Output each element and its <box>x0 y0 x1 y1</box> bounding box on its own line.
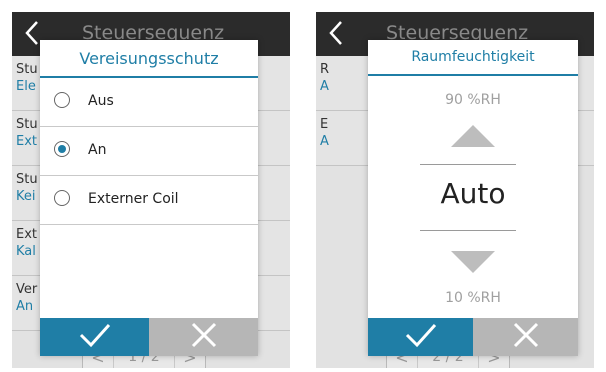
list-item-label: Stu <box>16 172 38 187</box>
confirm-button[interactable] <box>40 318 149 356</box>
dialog-title: Raumfeuchtigkeit <box>368 40 578 76</box>
cancel-button[interactable] <box>149 318 258 356</box>
option-label: Externer Coil <box>88 191 179 207</box>
check-icon <box>78 322 112 352</box>
list-item-value: Ext <box>16 134 38 149</box>
back-chevron-icon[interactable] <box>24 20 40 50</box>
back-chevron-icon[interactable] <box>328 20 344 50</box>
list-item-label: Ext <box>16 227 38 242</box>
option-an[interactable]: An <box>40 127 258 176</box>
list-item-value: An <box>16 299 34 314</box>
divider <box>420 164 516 165</box>
triangle-up-icon[interactable] <box>450 124 496 152</box>
radio-button[interactable] <box>54 92 70 108</box>
option-label: An <box>88 142 107 158</box>
radio-button[interactable] <box>54 190 70 206</box>
close-icon <box>512 321 540 353</box>
dialog-actions <box>368 318 578 356</box>
list-item-value: Kei <box>16 189 36 204</box>
picker-min-label: 10 %RH <box>445 290 501 306</box>
right-screen: Steuersequenz R A E A < 2 / 2 > Raumfeuc… <box>316 12 594 368</box>
option-label: Aus <box>88 93 114 109</box>
divider <box>420 230 516 231</box>
check-icon <box>404 322 438 352</box>
confirm-button[interactable] <box>368 318 473 356</box>
list-item-label: R <box>320 62 330 77</box>
value-picker-dialog: Raumfeuchtigkeit 90 %RH Auto 10 %RH <box>368 40 578 356</box>
option-aus[interactable]: Aus <box>40 78 258 127</box>
picker-value: Auto <box>440 177 506 210</box>
list-item-label: Stu <box>16 62 38 77</box>
list-item-value: Ele <box>16 79 36 94</box>
left-screen: Steuersequenz Stu Ele Stu Ext Stu Kei Ex… <box>12 12 290 368</box>
close-icon <box>190 321 218 353</box>
dialog-actions <box>40 318 258 356</box>
dialog-title: Vereisungsschutz <box>40 40 258 78</box>
list-item-value: A <box>320 79 329 94</box>
picker-max-label: 90 %RH <box>445 92 501 108</box>
list-item-label: E <box>320 117 329 132</box>
option-externer-coil[interactable]: Externer Coil <box>40 176 258 225</box>
list-item-label: Ver <box>16 282 38 297</box>
selection-dialog: Vereisungsschutz Aus An Externer Coil <box>40 40 258 356</box>
cancel-button[interactable] <box>473 318 578 356</box>
list-item-value: Kal <box>16 244 36 259</box>
radio-button-selected[interactable] <box>54 141 70 157</box>
triangle-down-icon[interactable] <box>450 250 496 278</box>
list-item-label: Stu <box>16 117 38 132</box>
list-item-value: A <box>320 134 329 149</box>
